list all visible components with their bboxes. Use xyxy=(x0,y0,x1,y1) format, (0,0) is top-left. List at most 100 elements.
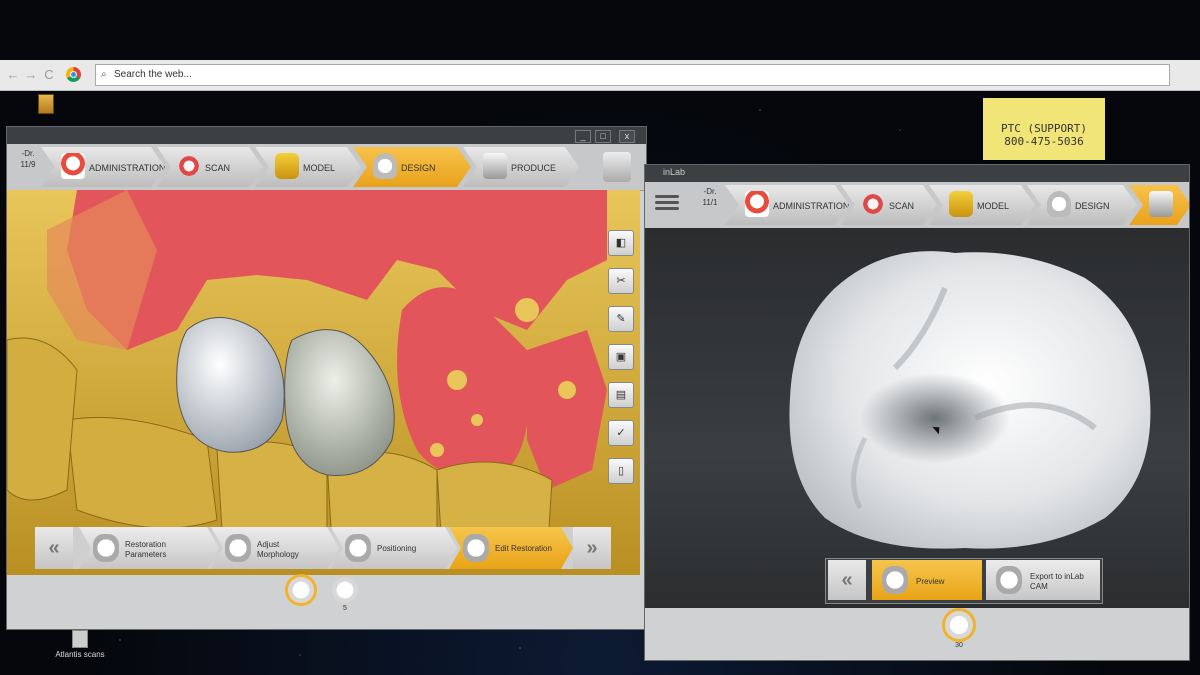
stage-administration[interactable]: ADMINISTRATION xyxy=(725,185,849,225)
stage-produce[interactable]: PRODUCE xyxy=(463,147,579,187)
stage-scan[interactable]: SCAN xyxy=(841,185,937,225)
minimize-button[interactable]: _ xyxy=(575,130,591,143)
restoration-thumbnail-selected[interactable]: 30 xyxy=(945,611,973,649)
title-bar: _ □ x xyxy=(7,127,646,144)
back-button[interactable]: ← xyxy=(6,66,20,84)
prev-step-button[interactable]: « xyxy=(828,560,866,600)
close-button[interactable]: x xyxy=(619,130,635,143)
adjust-morphology-icon xyxy=(225,534,251,562)
patient-name: -Dr. xyxy=(703,187,717,196)
step-label: Restoration Parameters xyxy=(125,540,166,560)
stage-scan[interactable]: SCAN xyxy=(157,147,263,187)
produce-workflow-bar: « Preview Export to inLab CAM xyxy=(825,558,1103,604)
model-icon xyxy=(275,153,299,179)
next-step-button[interactable]: » xyxy=(573,527,611,569)
layers-tool-icon[interactable]: ▤ xyxy=(608,382,634,408)
thumbnail-label: 5 xyxy=(343,605,347,612)
search-input[interactable]: ⌕ Search the web... xyxy=(95,64,1170,86)
maximize-button[interactable]: □ xyxy=(595,130,611,143)
sticky-line-1: PTC (SUPPORT) xyxy=(1000,122,1088,135)
search-icon: ⌕ xyxy=(101,69,107,80)
menu-icon[interactable] xyxy=(655,192,679,216)
model-icon xyxy=(949,191,973,217)
step-export-to-inlab-cam[interactable]: Export to inLab CAM xyxy=(986,560,1100,600)
browser-toolbar: ← → C ⌕ Search the web... xyxy=(0,60,1200,91)
window-title: inLab xyxy=(663,167,686,177)
stage-label: ADMINISTRATION xyxy=(773,201,850,211)
thumbnail-label: 30 xyxy=(955,642,963,649)
crown-preview-viewport[interactable] xyxy=(645,228,1189,608)
measure-tool-icon[interactable]: ✎ xyxy=(608,306,634,332)
step-label-line1: Adjust xyxy=(257,540,280,549)
restoration-parameters-icon xyxy=(93,534,119,562)
preview-icon xyxy=(882,566,908,594)
step-label-line2: Parameters xyxy=(125,550,167,559)
folder-icon xyxy=(72,630,88,648)
step-label-line2: Morphology xyxy=(257,550,299,559)
stage-label: ADMINISTRATION xyxy=(89,163,166,173)
sticky-note: PTC (SUPPORT) 800-475-5036 xyxy=(983,98,1105,160)
step-label-line1: Edit Restoration xyxy=(495,544,552,553)
design-workflow-bar: « Restoration Parameters Adjust Morpholo… xyxy=(35,527,611,569)
shortcut-label: Atlantis scans xyxy=(55,650,105,659)
stage-label: SCAN xyxy=(205,163,231,173)
image-tool-icon[interactable]: ▣ xyxy=(608,344,634,370)
step-label-line1: Restoration xyxy=(125,540,166,549)
brush-tool-icon[interactable]: ✓ xyxy=(608,420,634,446)
restoration-thumbnail-selected[interactable] xyxy=(288,577,314,603)
cut-tool-icon[interactable]: ✂ xyxy=(608,268,634,294)
stage-administration[interactable]: ADMINISTRATION xyxy=(41,147,165,187)
stage-design[interactable]: DESIGN xyxy=(353,147,471,187)
stage-label: PRODUCE xyxy=(511,163,557,173)
step-label: Export to inLab CAM xyxy=(1030,572,1084,592)
patient-date: 11/1 xyxy=(702,198,718,207)
stage-label: MODEL xyxy=(977,201,1010,211)
stage-produce[interactable] xyxy=(1129,185,1190,225)
cerec-design-window: _ □ x -Dr. 11/9 ADMINISTRATION SCAN MODE… xyxy=(6,126,647,630)
patient-badge[interactable]: -Dr. 11/9 xyxy=(11,148,45,186)
stage-model[interactable]: MODEL xyxy=(929,185,1035,225)
document-tool-icon[interactable]: ▯ xyxy=(608,458,634,484)
prev-step-button[interactable]: « xyxy=(35,527,73,569)
inlab-window: inLab -Dr. 11/1 ADMINISTRATION SCAN MODE… xyxy=(644,164,1190,661)
stage-label: DESIGN xyxy=(401,163,436,173)
administration-icon xyxy=(745,191,769,217)
title-bar: inLab xyxy=(645,165,1189,182)
step-label-line1: Export to inLab xyxy=(1030,572,1084,581)
crown-render xyxy=(789,251,1151,549)
stage-model[interactable]: MODEL xyxy=(255,147,361,187)
step-label: Preview xyxy=(916,577,945,586)
scan-icon xyxy=(861,191,885,217)
stage-label: MODEL xyxy=(303,163,336,173)
chrome-icon[interactable] xyxy=(66,67,81,82)
3d-model-viewport[interactable]: ◧ ✂ ✎ ▣ ▤ ✓ ▯ xyxy=(7,190,640,575)
reload-button[interactable]: C xyxy=(42,66,56,84)
step-edit-restoration[interactable]: Edit Restoration xyxy=(449,527,573,569)
design-icon xyxy=(373,153,397,179)
stage-design[interactable]: DESIGN xyxy=(1027,185,1137,225)
patient-date: 11/9 xyxy=(20,160,36,169)
restoration-thumbnail[interactable]: 5 xyxy=(332,577,358,612)
patient-name: -Dr. xyxy=(21,149,35,158)
design-icon xyxy=(1047,191,1071,217)
edit-restoration-icon xyxy=(463,534,489,562)
produce-icon xyxy=(483,153,507,179)
step-restoration-parameters[interactable]: Restoration Parameters xyxy=(79,527,219,569)
sticky-line-2: 800-475-5036 xyxy=(1004,135,1084,148)
step-positioning[interactable]: Positioning xyxy=(331,527,457,569)
desktop-shortcut-atlantis[interactable]: Atlantis scans xyxy=(55,630,105,659)
stage-label: SCAN xyxy=(889,201,915,211)
scan-icon xyxy=(177,153,201,179)
dental-model-render xyxy=(7,190,640,575)
step-label-line1: Positioning xyxy=(377,544,417,553)
view-tool-icon[interactable]: ◧ xyxy=(608,230,634,256)
step-preview[interactable]: Preview xyxy=(872,560,982,600)
step-label: Adjust Morphology xyxy=(257,540,299,560)
desktop-file-icon[interactable] xyxy=(38,94,54,114)
stage-label: DESIGN xyxy=(1075,201,1110,211)
stage-ribbon: -Dr. 11/9 ADMINISTRATION SCAN MODEL DESI… xyxy=(7,144,646,191)
step-adjust-morphology[interactable]: Adjust Morphology xyxy=(211,527,339,569)
settings-icon[interactable] xyxy=(603,152,631,182)
patient-badge[interactable]: -Dr. 11/1 xyxy=(693,186,727,224)
forward-button[interactable]: → xyxy=(24,66,38,84)
